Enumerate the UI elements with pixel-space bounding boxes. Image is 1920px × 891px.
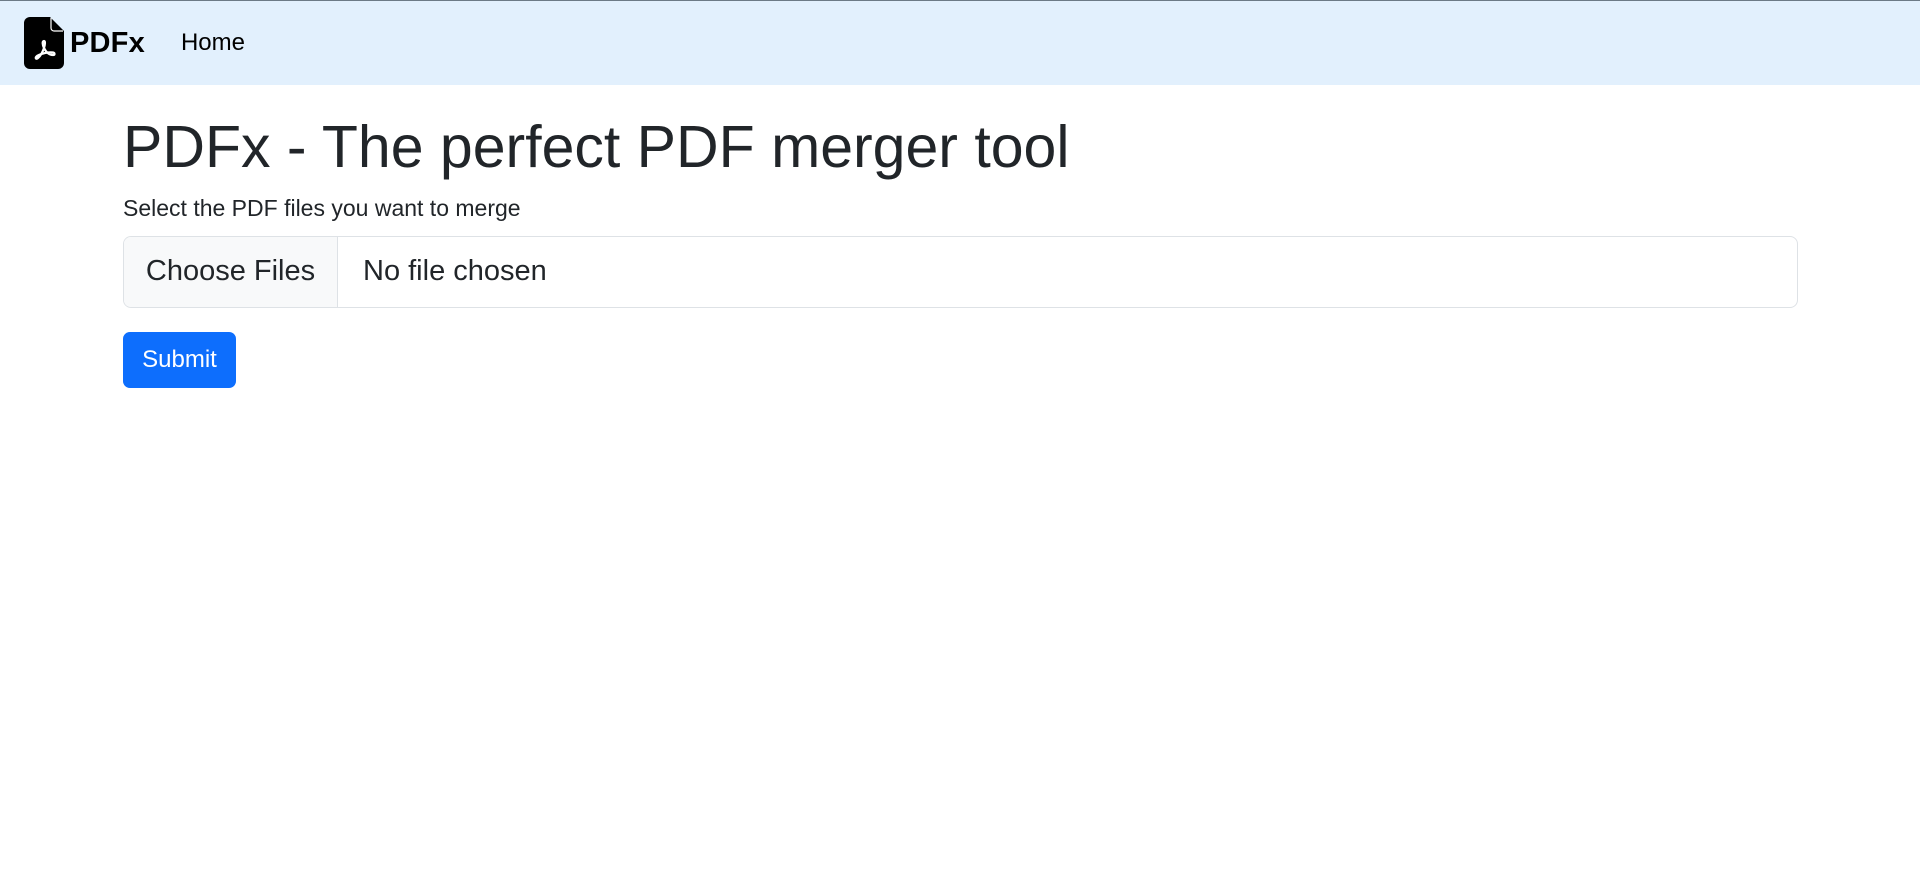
file-status-text: No file chosen xyxy=(363,255,547,288)
navbar: PDFx Home xyxy=(0,0,1920,85)
nav-link-home[interactable]: Home xyxy=(181,29,245,57)
file-input-label: Select the PDF files you want to merge xyxy=(123,194,521,221)
file-input[interactable]: Choose Files No file chosen xyxy=(123,235,1798,308)
choose-files-button[interactable]: Choose Files xyxy=(124,236,338,307)
page-title: PDFx - The perfect PDF merger tool xyxy=(123,114,1070,180)
main-content: PDFx - The perfect PDF merger tool Selec… xyxy=(123,85,1798,388)
brand-name: PDFx xyxy=(70,26,145,59)
pdf-file-icon xyxy=(24,17,64,69)
brand-link[interactable]: PDFx xyxy=(24,17,145,69)
submit-button[interactable]: Submit xyxy=(123,331,236,388)
